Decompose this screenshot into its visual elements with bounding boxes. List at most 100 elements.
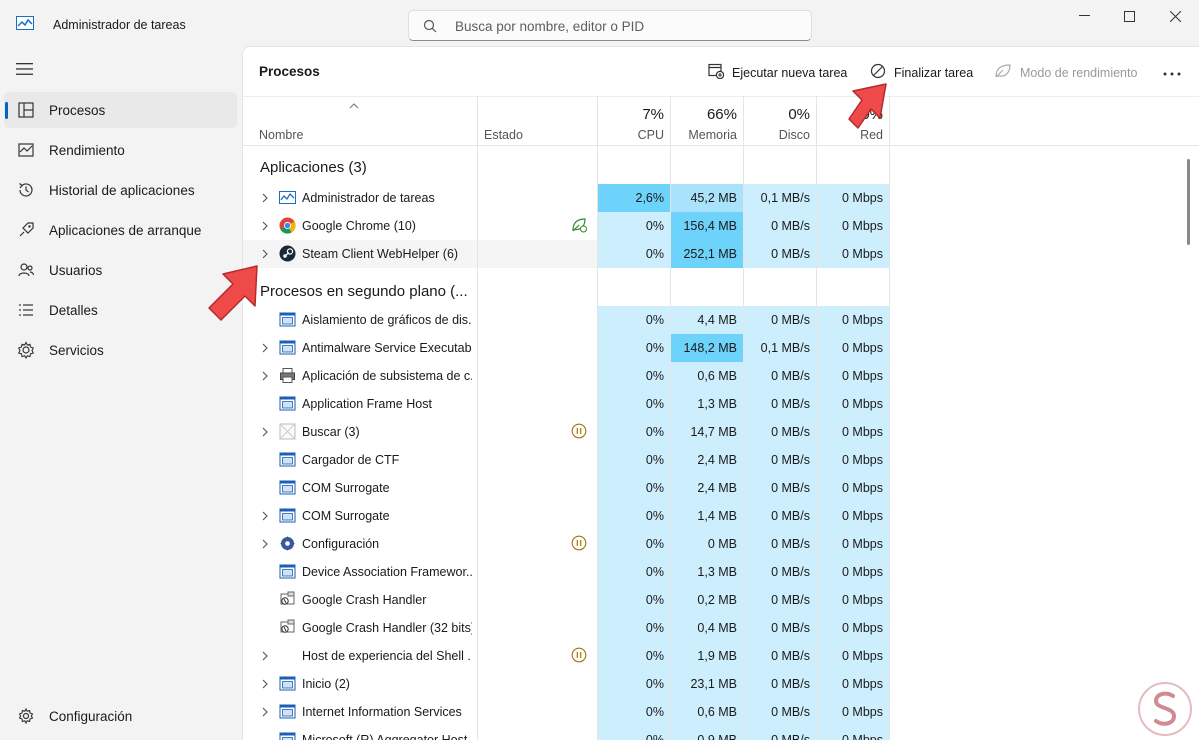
- maximize-button[interactable]: [1106, 0, 1152, 32]
- group-filler-cell: [744, 146, 816, 184]
- details-icon: [17, 301, 35, 319]
- chevron-right-icon[interactable]: [261, 538, 269, 550]
- more-icon: [1163, 65, 1181, 79]
- chevron-right-icon[interactable]: [261, 248, 269, 260]
- memory-cell: 0,6 MB: [671, 698, 743, 726]
- chevron-right-icon[interactable]: [261, 192, 269, 204]
- sidebar-item-details[interactable]: Detalles: [4, 292, 237, 328]
- disk-cell: 0 MB/s: [744, 474, 816, 502]
- process-name: Google Crash Handler (32 bits): [302, 621, 472, 635]
- process-row[interactable]: Google Crash Handler (32 bits) 0% 0,4 MB 0 …: [243, 614, 1189, 642]
- process-name-cell[interactable]: Application Frame Host: [243, 390, 477, 418]
- process-row[interactable]: Inicio (2) 0% 23,1 MB 0 MB/s 0 Mbps: [243, 670, 1189, 698]
- memory-cell: 1,4 MB: [671, 502, 743, 530]
- sidebar-item-performance[interactable]: Rendimiento: [4, 132, 237, 168]
- process-name-cell[interactable]: Aislamiento de gráficos de dis...: [243, 306, 477, 334]
- process-row[interactable]: Antimalware Service Executable 0% 148,2 MB…: [243, 334, 1189, 362]
- process-name-cell[interactable]: Configuración: [243, 530, 477, 558]
- service-window-icon: [279, 675, 296, 692]
- crash-handler-icon: [279, 591, 296, 608]
- process-row[interactable]: Buscar (3) 0% 14,7 MB 0 MB/s 0 Mbps: [243, 418, 1189, 446]
- column-cpu-label: CPU: [637, 128, 664, 142]
- process-row[interactable]: Google Crash Handler 0% 0,2 MB 0 MB/s 0 Mbps: [243, 586, 1189, 614]
- network-cell: 0 Mbps: [817, 502, 889, 530]
- more-options-button[interactable]: [1163, 65, 1181, 79]
- process-name-cell[interactable]: Internet Information Services: [243, 698, 477, 726]
- process-row[interactable]: Host de experiencia del Shell ... 0% 1,9 M…: [243, 642, 1189, 670]
- efficiency-mode-label: Modo de rendimiento: [1020, 65, 1138, 80]
- process-name-cell[interactable]: Host de experiencia del Shell ...: [243, 642, 477, 670]
- process-name-cell[interactable]: COM Surrogate: [243, 502, 477, 530]
- column-memory[interactable]: 66% Memoria: [671, 97, 743, 147]
- sidebar-item-users[interactable]: Usuarios: [4, 252, 237, 288]
- process-name-cell[interactable]: COM Surrogate: [243, 474, 477, 502]
- sidebar-item-services[interactable]: Servicios: [4, 332, 237, 368]
- column-disk[interactable]: 0% Disco: [744, 97, 816, 147]
- chevron-right-icon[interactable]: [261, 220, 269, 232]
- sidebar-item-app-history[interactable]: Historial de aplicaciones: [4, 172, 237, 208]
- process-name-cell[interactable]: Google Chrome (10): [243, 212, 477, 240]
- network-cell: 0 Mbps: [817, 240, 889, 268]
- hamburger-menu-icon[interactable]: [16, 62, 34, 79]
- process-row[interactable]: Device Association Framewor... 0% 1,3 MB 0 …: [243, 558, 1189, 586]
- process-row[interactable]: Aplicación de subsistema de c... 0% 0,6 MB…: [243, 362, 1189, 390]
- process-row[interactable]: COM Surrogate 0% 2,4 MB 0 MB/s 0 Mbps: [243, 474, 1189, 502]
- cpu-cell: 0%: [598, 212, 670, 240]
- process-name-cell[interactable]: Device Association Framewor...: [243, 558, 477, 586]
- annotation-arrow-steam: [208, 265, 258, 321]
- efficiency-mode-button[interactable]: Modo de rendimiento: [994, 63, 1137, 82]
- process-name-cell[interactable]: Aplicación de subsistema de c...: [243, 362, 477, 390]
- column-status[interactable]: Estado: [478, 97, 597, 147]
- process-name-cell[interactable]: Google Crash Handler (32 bits): [243, 614, 477, 642]
- chevron-right-icon[interactable]: [261, 706, 269, 718]
- sidebar-item-settings[interactable]: Configuración: [4, 698, 237, 734]
- chevron-right-icon[interactable]: [261, 370, 269, 382]
- process-row[interactable]: Cargador de CTF 0% 2,4 MB 0 MB/s 0 Mbps: [243, 446, 1189, 474]
- close-button[interactable]: [1152, 0, 1198, 32]
- steam-icon: [279, 245, 296, 262]
- process-name-cell[interactable]: Antimalware Service Executable: [243, 334, 477, 362]
- minimize-button[interactable]: [1061, 0, 1107, 32]
- process-row[interactable]: Administrador de tareas 2,6% 45,2 MB 0,1 MB…: [243, 184, 1189, 212]
- process-row[interactable]: Microsoft (R) Aggregator Host 0% 0,9 MB 0 M…: [243, 726, 1189, 740]
- run-new-task-button[interactable]: Ejecutar nueva tarea: [708, 63, 847, 82]
- process-name-cell[interactable]: Administrador de tareas: [243, 184, 477, 212]
- chevron-right-icon[interactable]: [261, 510, 269, 522]
- column-name[interactable]: Nombre: [243, 97, 477, 147]
- cpu-total: 7%: [642, 106, 664, 123]
- chevron-right-icon[interactable]: [261, 426, 269, 438]
- chevron-right-icon[interactable]: [261, 342, 269, 354]
- vertical-scrollbar[interactable]: [1187, 159, 1190, 245]
- sidebar-item-label: Configuración: [49, 709, 133, 724]
- search-app-icon: [279, 423, 296, 440]
- search-box[interactable]: [408, 10, 812, 41]
- process-status-cell: [478, 558, 597, 586]
- sidebar-item-processes[interactable]: Procesos: [4, 92, 237, 128]
- process-row[interactable]: Steam Client WebHelper (6) 0% 252,1 MB 0 MB…: [243, 240, 1189, 268]
- column-name-label: Nombre: [259, 128, 304, 142]
- memory-cell: 0,2 MB: [671, 586, 743, 614]
- process-row[interactable]: Application Frame Host 0% 1,3 MB 0 MB/s 0 Mb…: [243, 390, 1189, 418]
- column-cpu[interactable]: 7% CPU: [598, 97, 670, 147]
- process-name-cell[interactable]: Buscar (3): [243, 418, 477, 446]
- process-row[interactable]: Aislamiento de gráficos de dis... 0% 4,4 M…: [243, 306, 1189, 334]
- process-name-cell[interactable]: Steam Client WebHelper (6): [243, 240, 477, 268]
- process-status-cell: [478, 670, 597, 698]
- process-name-cell[interactable]: Microsoft (R) Aggregator Host: [243, 726, 477, 740]
- end-task-button[interactable]: Finalizar tarea: [870, 63, 973, 82]
- cpu-cell: 0%: [598, 698, 670, 726]
- process-status-cell: [478, 726, 597, 740]
- column-status-label: Estado: [484, 128, 523, 142]
- chevron-right-icon[interactable]: [261, 678, 269, 690]
- sidebar-item-startup-apps[interactable]: Aplicaciones de arranque: [4, 212, 237, 248]
- process-row[interactable]: COM Surrogate 0% 1,4 MB 0 MB/s 0 Mbps: [243, 502, 1189, 530]
- process-name-cell[interactable]: Google Crash Handler: [243, 586, 477, 614]
- chevron-right-icon[interactable]: [261, 650, 269, 662]
- process-row[interactable]: Google Chrome (10) 0% 156,4 MB 0 MB/s 0 Mbps: [243, 212, 1189, 240]
- process-name-cell[interactable]: Cargador de CTF: [243, 446, 477, 474]
- process-row[interactable]: Configuración 0% 0 MB 0 MB/s 0 Mbps: [243, 530, 1189, 558]
- memory-cell: 252,1 MB: [671, 240, 743, 268]
- process-row[interactable]: Internet Information Services 0% 0,6 MB 0 M…: [243, 698, 1189, 726]
- process-name-cell[interactable]: Inicio (2): [243, 670, 477, 698]
- search-input[interactable]: [455, 15, 795, 37]
